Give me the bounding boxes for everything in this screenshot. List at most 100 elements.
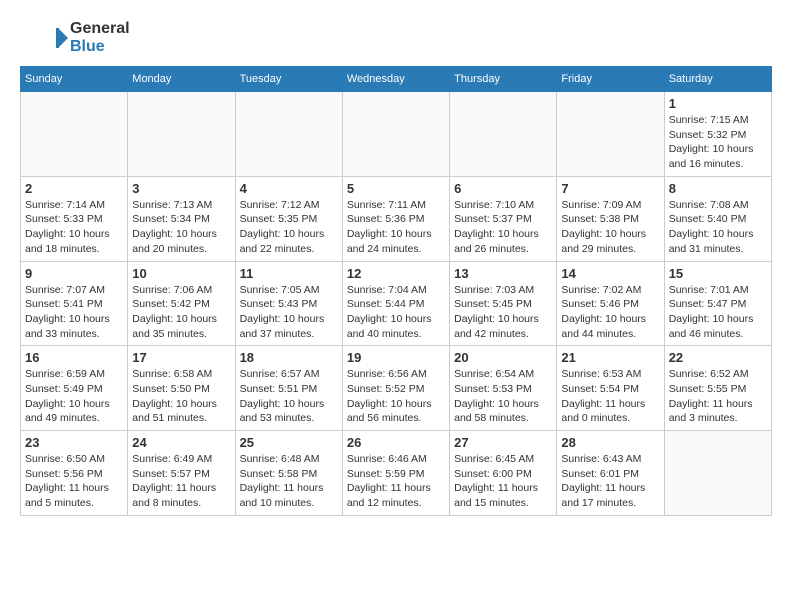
day-number: 26 bbox=[347, 435, 445, 450]
day-number: 17 bbox=[132, 350, 230, 365]
day-number: 5 bbox=[347, 181, 445, 196]
day-info: Sunrise: 6:45 AM Sunset: 6:00 PM Dayligh… bbox=[454, 452, 552, 511]
calendar-cell bbox=[342, 92, 449, 177]
day-number: 24 bbox=[132, 435, 230, 450]
day-info: Sunrise: 7:07 AM Sunset: 5:41 PM Dayligh… bbox=[25, 283, 123, 342]
day-number: 15 bbox=[669, 266, 767, 281]
logo-blue: Blue bbox=[70, 38, 130, 56]
day-info: Sunrise: 6:59 AM Sunset: 5:49 PM Dayligh… bbox=[25, 367, 123, 426]
day-info: Sunrise: 7:12 AM Sunset: 5:35 PM Dayligh… bbox=[240, 198, 338, 257]
day-info: Sunrise: 6:43 AM Sunset: 6:01 PM Dayligh… bbox=[561, 452, 659, 511]
day-info: Sunrise: 7:01 AM Sunset: 5:47 PM Dayligh… bbox=[669, 283, 767, 342]
day-number: 2 bbox=[25, 181, 123, 196]
week-row-1: 1 Sunrise: 7:15 AM Sunset: 5:32 PM Daylig… bbox=[21, 92, 772, 177]
day-info: Sunrise: 6:58 AM Sunset: 5:50 PM Dayligh… bbox=[132, 367, 230, 426]
calendar-cell: 25Sunrise: 6:48 AM Sunset: 5:58 PM Dayli… bbox=[235, 431, 342, 516]
calendar-cell: 12Sunrise: 7:04 AM Sunset: 5:44 PM Dayli… bbox=[342, 261, 449, 346]
calendar-cell: 11 Sunrise: 7:05 AM Sunset: 5:43 PM Dayli… bbox=[235, 261, 342, 346]
calendar-cell bbox=[557, 92, 664, 177]
calendar-cell: 7 Sunrise: 7:09 AM Sunset: 5:38 PM Daylig… bbox=[557, 176, 664, 261]
calendar-cell: 3Sunrise: 7:13 AM Sunset: 5:34 PM Daylig… bbox=[128, 176, 235, 261]
calendar-cell bbox=[21, 92, 128, 177]
calendar-cell: 26 Sunrise: 6:46 AM Sunset: 5:59 PM Dayli… bbox=[342, 431, 449, 516]
day-info: Sunrise: 7:02 AM Sunset: 5:46 PM Dayligh… bbox=[561, 283, 659, 342]
calendar-cell: 15 Sunrise: 7:01 AM Sunset: 5:47 PM Dayli… bbox=[664, 261, 771, 346]
day-number: 9 bbox=[25, 266, 123, 281]
week-row-3: 9 Sunrise: 7:07 AM Sunset: 5:41 PM Daylig… bbox=[21, 261, 772, 346]
day-number: 27 bbox=[454, 435, 552, 450]
day-number: 18 bbox=[240, 350, 338, 365]
day-info: Sunrise: 7:09 AM Sunset: 5:38 PM Dayligh… bbox=[561, 198, 659, 257]
page-header: GeneralBlue bbox=[20, 20, 772, 56]
day-info: Sunrise: 7:11 AM Sunset: 5:36 PM Dayligh… bbox=[347, 198, 445, 257]
day-info: Sunrise: 7:15 AM Sunset: 5:32 PM Dayligh… bbox=[669, 113, 767, 172]
weekday-header-wednesday: Wednesday bbox=[342, 67, 449, 92]
day-number: 1 bbox=[669, 96, 767, 111]
calendar-cell: 2Sunrise: 7:14 AM Sunset: 5:33 PM Daylig… bbox=[21, 176, 128, 261]
calendar-cell: 10 Sunrise: 7:06 AM Sunset: 5:42 PM Dayli… bbox=[128, 261, 235, 346]
calendar-cell bbox=[128, 92, 235, 177]
day-number: 13 bbox=[454, 266, 552, 281]
day-info: Sunrise: 6:57 AM Sunset: 5:51 PM Dayligh… bbox=[240, 367, 338, 426]
calendar-cell: 4 Sunrise: 7:12 AM Sunset: 5:35 PM Daylig… bbox=[235, 176, 342, 261]
calendar-cell: 16 Sunrise: 6:59 AM Sunset: 5:49 PM Dayli… bbox=[21, 346, 128, 431]
day-info: Sunrise: 6:53 AM Sunset: 5:54 PM Dayligh… bbox=[561, 367, 659, 426]
weekday-header-sunday: Sunday bbox=[21, 67, 128, 92]
day-info: Sunrise: 6:49 AM Sunset: 5:57 PM Dayligh… bbox=[132, 452, 230, 511]
logo: GeneralBlue bbox=[20, 20, 130, 56]
day-info: Sunrise: 7:03 AM Sunset: 5:45 PM Dayligh… bbox=[454, 283, 552, 342]
day-number: 10 bbox=[132, 266, 230, 281]
day-number: 22 bbox=[669, 350, 767, 365]
day-info: Sunrise: 6:52 AM Sunset: 5:55 PM Dayligh… bbox=[669, 367, 767, 426]
weekday-header-tuesday: Tuesday bbox=[235, 67, 342, 92]
day-info: Sunrise: 7:08 AM Sunset: 5:40 PM Dayligh… bbox=[669, 198, 767, 257]
day-info: Sunrise: 7:06 AM Sunset: 5:42 PM Dayligh… bbox=[132, 283, 230, 342]
calendar-cell: 27 Sunrise: 6:45 AM Sunset: 6:00 PM Dayli… bbox=[450, 431, 557, 516]
day-info: Sunrise: 6:46 AM Sunset: 5:59 PM Dayligh… bbox=[347, 452, 445, 511]
weekday-header-row: SundayMondayTuesdayWednesdayThursdayFrid… bbox=[21, 67, 772, 92]
week-row-4: 16 Sunrise: 6:59 AM Sunset: 5:49 PM Dayli… bbox=[21, 346, 772, 431]
weekday-header-monday: Monday bbox=[128, 67, 235, 92]
day-info: Sunrise: 7:05 AM Sunset: 5:43 PM Dayligh… bbox=[240, 283, 338, 342]
logo-text: GeneralBlue bbox=[70, 20, 130, 55]
day-number: 19 bbox=[347, 350, 445, 365]
day-info: Sunrise: 6:48 AM Sunset: 5:58 PM Dayligh… bbox=[240, 452, 338, 511]
calendar-cell bbox=[235, 92, 342, 177]
calendar-cell: 22 Sunrise: 6:52 AM Sunset: 5:55 PM Dayli… bbox=[664, 346, 771, 431]
calendar-table: SundayMondayTuesdayWednesdayThursdayFrid… bbox=[20, 66, 772, 516]
calendar-cell: 13 Sunrise: 7:03 AM Sunset: 5:45 PM Dayli… bbox=[450, 261, 557, 346]
calendar-cell bbox=[664, 431, 771, 516]
calendar-cell: 17 Sunrise: 6:58 AM Sunset: 5:50 PM Dayli… bbox=[128, 346, 235, 431]
day-number: 21 bbox=[561, 350, 659, 365]
day-number: 8 bbox=[669, 181, 767, 196]
day-number: 11 bbox=[240, 266, 338, 281]
day-info: Sunrise: 6:50 AM Sunset: 5:56 PM Dayligh… bbox=[25, 452, 123, 511]
week-row-5: 23Sunrise: 6:50 AM Sunset: 5:56 PM Dayli… bbox=[21, 431, 772, 516]
calendar-cell: 23Sunrise: 6:50 AM Sunset: 5:56 PM Dayli… bbox=[21, 431, 128, 516]
logo-svg bbox=[20, 20, 70, 56]
calendar-cell: 6Sunrise: 7:10 AM Sunset: 5:37 PM Daylig… bbox=[450, 176, 557, 261]
day-info: Sunrise: 7:10 AM Sunset: 5:37 PM Dayligh… bbox=[454, 198, 552, 257]
logo-general: General bbox=[70, 20, 130, 38]
day-info: Sunrise: 6:56 AM Sunset: 5:52 PM Dayligh… bbox=[347, 367, 445, 426]
week-row-2: 2Sunrise: 7:14 AM Sunset: 5:33 PM Daylig… bbox=[21, 176, 772, 261]
calendar-cell: 18 Sunrise: 6:57 AM Sunset: 5:51 PM Dayli… bbox=[235, 346, 342, 431]
calendar-cell: 19 Sunrise: 6:56 AM Sunset: 5:52 PM Dayli… bbox=[342, 346, 449, 431]
day-number: 14 bbox=[561, 266, 659, 281]
day-number: 28 bbox=[561, 435, 659, 450]
day-number: 16 bbox=[25, 350, 123, 365]
day-number: 4 bbox=[240, 181, 338, 196]
calendar-cell bbox=[450, 92, 557, 177]
calendar-cell: 14 Sunrise: 7:02 AM Sunset: 5:46 PM Dayli… bbox=[557, 261, 664, 346]
calendar-cell: 5 Sunrise: 7:11 AM Sunset: 5:36 PM Daylig… bbox=[342, 176, 449, 261]
calendar-cell: 24 Sunrise: 6:49 AM Sunset: 5:57 PM Dayli… bbox=[128, 431, 235, 516]
calendar-cell: 8 Sunrise: 7:08 AM Sunset: 5:40 PM Daylig… bbox=[664, 176, 771, 261]
day-number: 7 bbox=[561, 181, 659, 196]
weekday-header-thursday: Thursday bbox=[450, 67, 557, 92]
day-number: 12 bbox=[347, 266, 445, 281]
calendar-cell: 1 Sunrise: 7:15 AM Sunset: 5:32 PM Daylig… bbox=[664, 92, 771, 177]
day-info: Sunrise: 6:54 AM Sunset: 5:53 PM Dayligh… bbox=[454, 367, 552, 426]
calendar-cell: 20Sunrise: 6:54 AM Sunset: 5:53 PM Dayli… bbox=[450, 346, 557, 431]
day-number: 3 bbox=[132, 181, 230, 196]
calendar-cell: 21 Sunrise: 6:53 AM Sunset: 5:54 PM Dayli… bbox=[557, 346, 664, 431]
